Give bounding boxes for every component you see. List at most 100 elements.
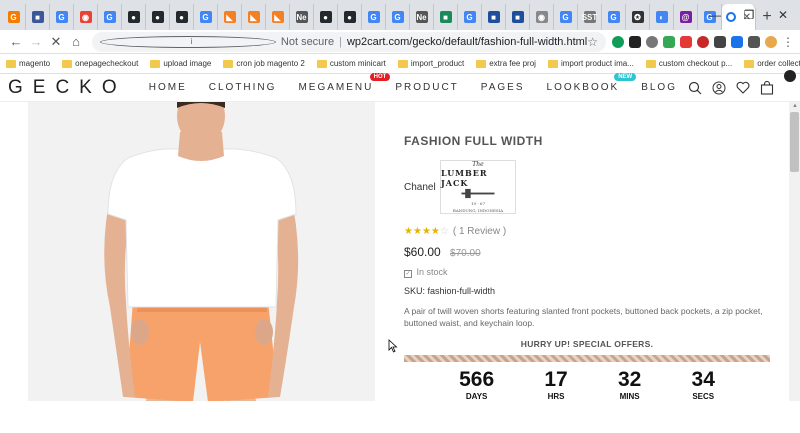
- wishlist-heart-icon[interactable]: [736, 81, 750, 94]
- browser-tab[interactable]: ◣: [242, 4, 266, 30]
- stop-icon[interactable]: ✕: [46, 34, 66, 50]
- extension-icon[interactable]: [731, 35, 743, 48]
- bookmark-item[interactable]: onepagecheckout: [62, 59, 138, 68]
- browser-tab[interactable]: ◣: [266, 4, 290, 30]
- bookmark-item[interactable]: order collection: [744, 59, 800, 68]
- page-scrollbar[interactable]: ▲: [789, 102, 800, 401]
- bookmark-star-icon[interactable]: ☆: [587, 35, 598, 49]
- bookmark-item[interactable]: upload image: [150, 59, 211, 68]
- account-icon[interactable]: [712, 81, 726, 95]
- browser-tab[interactable]: ◐: [650, 4, 674, 30]
- scroll-up-icon[interactable]: ▲: [792, 103, 798, 109]
- countdown-value: 566: [459, 368, 495, 391]
- tab-favicon-icon: ◉: [535, 11, 548, 23]
- nav-item-pages[interactable]: PAGES: [470, 82, 536, 93]
- browser-tab[interactable]: G: [50, 4, 74, 30]
- browser-tab[interactable]: G: [458, 4, 482, 30]
- extension-icon[interactable]: [646, 35, 658, 48]
- home-icon[interactable]: ⌂: [66, 34, 86, 49]
- browser-tab[interactable]: SST: [578, 4, 602, 30]
- bookmark-item[interactable]: magento: [6, 59, 50, 68]
- folder-icon: [397, 59, 408, 68]
- browser-tab[interactable]: G: [362, 4, 386, 30]
- star-icon: ★: [412, 226, 422, 237]
- browser-tab[interactable]: ✪: [626, 4, 650, 30]
- scroll-thumb[interactable]: [790, 112, 799, 172]
- back-icon[interactable]: ←: [6, 34, 26, 49]
- browser-tab[interactable]: G: [554, 4, 578, 30]
- bookmark-item[interactable]: import_product: [397, 59, 464, 68]
- tab-favicon-icon: ◣: [247, 11, 260, 23]
- browser-tab[interactable]: ■: [482, 4, 506, 30]
- nav-item-clothing[interactable]: CLOTHING: [198, 82, 288, 93]
- bookmark-item[interactable]: import product ima...: [547, 59, 634, 68]
- browser-tab[interactable]: ◉: [530, 4, 554, 30]
- offer-progress-bar: [404, 355, 770, 362]
- browser-tab[interactable]: ■: [26, 4, 50, 30]
- forward-icon[interactable]: →: [26, 34, 46, 49]
- minimize-icon[interactable]: —: [698, 0, 732, 30]
- extension-icon[interactable]: [612, 35, 624, 48]
- bookmark-item[interactable]: cron job magento 2: [223, 59, 305, 68]
- countdown-label: SECS: [692, 392, 715, 402]
- browser-tab[interactable]: G: [386, 4, 410, 30]
- extension-icon[interactable]: [697, 35, 709, 48]
- browser-tab[interactable]: ■: [506, 4, 530, 30]
- rating-stars: ★★★★☆: [404, 226, 449, 237]
- review-link[interactable]: ( 1 Review ): [453, 226, 506, 237]
- menu-icon[interactable]: ⋮: [782, 35, 794, 49]
- browser-tab[interactable]: ■: [434, 4, 458, 30]
- page-margin: [0, 102, 28, 401]
- brand-logo[interactable]: The LUMBER JACK 19 · 67 BANDUNG, INDONES…: [440, 160, 516, 214]
- nav-item-blog[interactable]: BLOG: [630, 82, 688, 93]
- browser-tab[interactable]: @: [674, 4, 698, 30]
- extension-icon[interactable]: [680, 35, 692, 48]
- address-bar[interactable]: i Not secure | wp2cart.com/gecko/default…: [92, 31, 606, 52]
- countdown-secs: 34 SECS: [692, 368, 715, 401]
- search-icon[interactable]: [688, 81, 702, 95]
- bookmark-item[interactable]: extra fee proj: [476, 59, 536, 68]
- browser-tab[interactable]: Ne: [410, 4, 434, 30]
- nav-item-megamenu[interactable]: MEGAMENU HOT: [287, 73, 391, 93]
- countdown-label: DAYS: [465, 392, 488, 402]
- info-icon[interactable]: i: [100, 35, 276, 48]
- product-rating: ★★★★☆ ( 1 Review ): [404, 226, 778, 237]
- star-icon: ☆: [439, 226, 449, 237]
- tab-favicon-icon: G: [7, 11, 20, 23]
- browser-tab[interactable]: ●: [314, 4, 338, 30]
- nav-item-product[interactable]: PRODUCT: [384, 82, 469, 93]
- extension-icon[interactable]: [748, 35, 760, 48]
- tab-favicon-icon: ●: [175, 11, 188, 23]
- browser-tab[interactable]: G: [98, 4, 122, 30]
- brand-label: Chanel: [404, 181, 436, 193]
- browser-tab[interactable]: ◉: [74, 4, 98, 30]
- browser-tab[interactable]: ●: [170, 4, 194, 30]
- folder-icon: [476, 59, 487, 68]
- close-window-icon[interactable]: ✕: [766, 0, 800, 30]
- browser-tab[interactable]: G: [2, 4, 26, 30]
- nav-item-home[interactable]: HOME: [138, 82, 198, 93]
- profile-avatar-icon[interactable]: [765, 35, 777, 48]
- restore-icon[interactable]: ❐: [732, 0, 766, 30]
- tab-favicon-icon: ■: [31, 11, 44, 23]
- site-logo[interactable]: GECKO: [8, 77, 132, 99]
- nav-item-lookbook[interactable]: LOOKBOOK NEW: [536, 73, 637, 93]
- browser-tab[interactable]: ●: [122, 4, 146, 30]
- browser-tab[interactable]: G: [194, 4, 218, 30]
- bookmark-item[interactable]: custom checkout p...: [645, 59, 732, 68]
- bookmark-item[interactable]: custom minicart: [316, 59, 386, 68]
- tab-favicon-icon: SST: [581, 11, 598, 23]
- browser-tab[interactable]: ●: [338, 4, 362, 30]
- folder-icon: [150, 59, 161, 68]
- extension-icon[interactable]: [663, 35, 675, 48]
- extension-icon[interactable]: [629, 35, 641, 48]
- browser-tab[interactable]: G: [602, 4, 626, 30]
- browser-tab[interactable]: ●: [146, 4, 170, 30]
- cart-icon[interactable]: [760, 80, 774, 95]
- folder-icon: [547, 59, 558, 68]
- product-image[interactable]: [28, 102, 375, 401]
- extension-icon[interactable]: [714, 35, 726, 48]
- browser-tab[interactable]: Ne: [290, 4, 314, 30]
- nav-label: CLOTHING: [208, 82, 277, 93]
- browser-tab[interactable]: ◣: [218, 4, 242, 30]
